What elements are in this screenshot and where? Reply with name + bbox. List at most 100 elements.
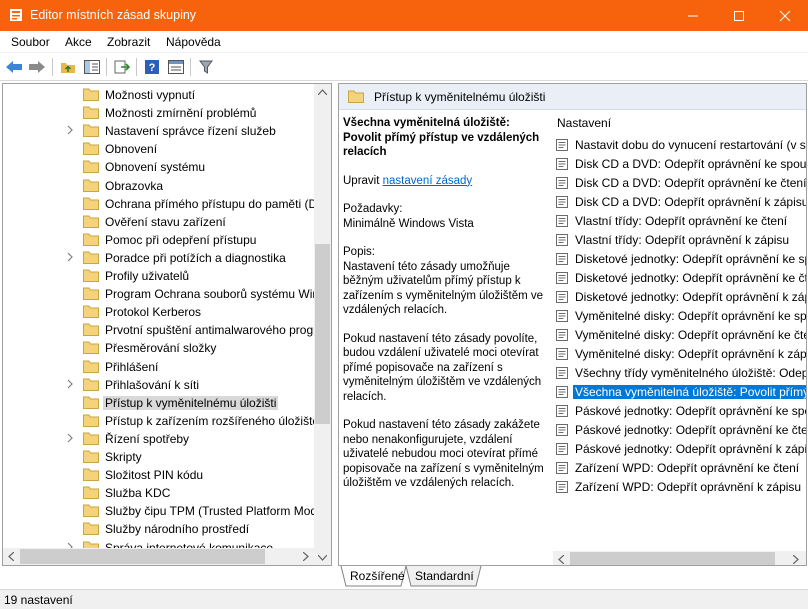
- tree-item[interactable]: Služby čipu TPM (Trusted Platform Modu: [3, 502, 324, 520]
- expand-arrow-icon[interactable]: [66, 125, 74, 135]
- properties-button[interactable]: [166, 57, 186, 77]
- setting-row[interactable]: Disk CD a DVD: Odepřít oprávnění ke spou…: [553, 155, 806, 173]
- tree-item[interactable]: Obnovení: [3, 140, 315, 158]
- setting-label: Všechny třídy vyměnitelného úložiště: Od…: [575, 366, 807, 380]
- scroll-up-arrow-icon[interactable]: [318, 89, 327, 95]
- setting-label: Disketové jednotky: Odepřít oprávnění k …: [575, 290, 807, 304]
- folder-icon: [83, 124, 99, 138]
- tree-item[interactable]: Přístup k zařízením rozšířeného úložiště: [3, 412, 319, 430]
- setting-row[interactable]: Vlastní třídy: Odepřít oprávnění k zápis…: [553, 231, 806, 249]
- tree-item[interactable]: Složitost PIN kódu: [3, 466, 315, 484]
- expand-arrow-icon[interactable]: [66, 379, 74, 389]
- policy-title: Všechna vyměnitelná úložiště: Povolit př…: [343, 117, 540, 158]
- setting-row[interactable]: Vyměnitelné disky: Odepřít oprávnění ke …: [553, 326, 806, 344]
- tree-item[interactable]: Přihlašování k síti: [3, 376, 315, 394]
- setting-label: Zařízení WPD: Odepřít oprávnění k zápisu: [575, 480, 802, 494]
- policy-setting-icon: [556, 177, 568, 189]
- export-list-button[interactable]: [112, 57, 132, 77]
- setting-row[interactable]: Zařízení WPD: Odepřít oprávnění k zápisu: [553, 478, 806, 496]
- setting-label: Páskové jednotky: Odepřít oprávnění ke s…: [575, 404, 807, 418]
- setting-row[interactable]: Disk CD a DVD: Odepřít oprávnění k zápis…: [553, 193, 806, 211]
- setting-row[interactable]: Všechna vyměnitelná úložiště: Povolit př…: [553, 383, 806, 401]
- tree-item[interactable]: Možnosti zmírnění problémů: [3, 104, 315, 122]
- tree-item[interactable]: Program Ochrana souborů systému Win: [3, 285, 319, 303]
- scroll-right-arrow-icon[interactable]: [303, 552, 309, 561]
- folder-icon: [83, 378, 99, 391]
- expand-arrow-icon[interactable]: [66, 433, 74, 443]
- tree-item[interactable]: Ochrana přímého přístupu do paměti (D: [3, 195, 317, 213]
- tree-vertical-scrollbar[interactable]: [314, 84, 331, 565]
- setting-row[interactable]: Vyměnitelné disky: Odepřít oprávnění ke …: [553, 307, 806, 325]
- tree-item[interactable]: Ověření stavu zařízení: [3, 213, 315, 231]
- show-hide-tree-icon: [84, 60, 100, 74]
- menu-action[interactable]: Akce: [65, 35, 92, 49]
- menu-view[interactable]: Zobrazit: [107, 35, 150, 49]
- tree-item[interactable]: Služby národního prostředí: [3, 520, 315, 538]
- tree-item[interactable]: Přesměrování složky: [3, 339, 315, 357]
- menu-help[interactable]: Nápověda: [166, 35, 221, 49]
- tree-pane[interactable]: Možnosti vypnutí Možnosti zmírnění problé…: [2, 83, 332, 566]
- settings-column-header[interactable]: Nastavení: [557, 116, 611, 130]
- tree-item[interactable]: Skripty: [3, 448, 315, 466]
- tree-item[interactable]: Řízení spotřeby: [3, 430, 315, 448]
- help-button[interactable]: ?: [142, 57, 162, 77]
- tree-item[interactable]: Přístup k vyměnitelnému úložišti: [3, 394, 315, 412]
- scroll-left-arrow-icon[interactable]: [8, 552, 14, 561]
- tree-item[interactable]: Obnovení systému: [3, 158, 315, 176]
- setting-label: Vlastní třídy: Odepřít oprávnění k zápis…: [575, 233, 790, 247]
- settings-hscroll-thumb[interactable]: [570, 552, 775, 565]
- tree-item[interactable]: Přihlášení: [3, 358, 315, 376]
- tree-horizontal-scrollbar[interactable]: [3, 548, 315, 565]
- setting-row[interactable]: Disk CD a DVD: Odepřít oprávnění ke čten…: [553, 174, 806, 192]
- close-button[interactable]: [762, 0, 808, 31]
- back-button[interactable]: [4, 57, 24, 77]
- maximize-button[interactable]: [716, 0, 762, 31]
- setting-row[interactable]: Disketové jednotky: Odepřít oprávnění k …: [553, 288, 807, 306]
- tab-standard[interactable]: Standardní: [407, 566, 482, 587]
- minimize-button[interactable]: [670, 0, 716, 31]
- setting-row[interactable]: Vyměnitelné disky: Odepřít oprávnění k z…: [553, 345, 806, 363]
- tree-item[interactable]: Služba KDC: [3, 484, 315, 502]
- filter-button[interactable]: [196, 57, 216, 77]
- forward-button[interactable]: [27, 57, 47, 77]
- tree-item[interactable]: Poradce při potížích a diagnostika: [3, 249, 315, 267]
- tab-extended[interactable]: Rozšířené: [342, 566, 413, 587]
- show-hide-tree-button[interactable]: [82, 57, 102, 77]
- settings-horizontal-scrollbar[interactable]: [553, 551, 806, 565]
- tree-item[interactable]: Nastavení správce řízení služeb: [3, 122, 315, 140]
- tree-item[interactable]: Možnosti vypnutí: [3, 86, 315, 104]
- setting-label: Vlastní třídy: Odepřít oprávnění ke čten…: [575, 214, 788, 228]
- up-folder-button[interactable]: [58, 57, 78, 77]
- tree-item-label: Služba KDC: [105, 486, 171, 501]
- svg-text:?: ?: [149, 62, 156, 74]
- settings-list[interactable]: Nastavení Nastavit dobu do vynucení rest…: [553, 111, 807, 563]
- setting-row[interactable]: Všechny třídy vyměnitelného úložiště: Od…: [553, 364, 807, 382]
- edit-policy-link[interactable]: nastavení zásady: [383, 175, 473, 187]
- menu-file[interactable]: Soubor: [11, 35, 50, 49]
- tree-item[interactable]: Protokol Kerberos: [3, 303, 315, 321]
- filter-icon: [199, 60, 213, 74]
- forward-icon: [29, 61, 45, 73]
- tree-item[interactable]: Obrazovka: [3, 177, 315, 195]
- setting-row[interactable]: Disketové jednotky: Odepřít oprávnění ke…: [553, 250, 806, 268]
- tree-hscroll-thumb[interactable]: [20, 549, 265, 564]
- tree-item[interactable]: Pomoc při odepření přístupu: [3, 231, 315, 249]
- tree-item[interactable]: Prvotní spuštění antimalwarového progr: [3, 321, 317, 339]
- tree-item[interactable]: Profily uživatelů: [3, 267, 315, 285]
- scroll-down-arrow-icon[interactable]: [318, 555, 327, 561]
- policy-setting-icon: [556, 443, 568, 455]
- setting-row[interactable]: Nastavit dobu do vynucení restartování (…: [553, 136, 806, 154]
- setting-row[interactable]: Zařízení WPD: Odepřít oprávnění ke čtení: [553, 459, 806, 477]
- setting-row[interactable]: Páskové jednotky: Odepřít oprávnění ke s…: [553, 402, 807, 420]
- folder-icon: [83, 215, 99, 228]
- tree-scroll-thumb[interactable]: [315, 244, 330, 424]
- status-text: 19 nastavení: [4, 593, 73, 607]
- scroll-right-arrow-icon[interactable]: [793, 555, 799, 564]
- setting-row[interactable]: Páskové jednotky: Odepřít oprávnění ke č…: [553, 421, 806, 439]
- up-folder-icon: [61, 63, 75, 73]
- expand-arrow-icon[interactable]: [66, 252, 74, 262]
- scroll-left-arrow-icon[interactable]: [558, 555, 564, 564]
- setting-row[interactable]: Vlastní třídy: Odepřít oprávnění ke čten…: [553, 212, 806, 230]
- setting-row[interactable]: Páskové jednotky: Odepřít oprávnění k zá…: [553, 440, 806, 458]
- setting-row[interactable]: Disketové jednotky: Odepřít oprávnění ke…: [553, 269, 806, 287]
